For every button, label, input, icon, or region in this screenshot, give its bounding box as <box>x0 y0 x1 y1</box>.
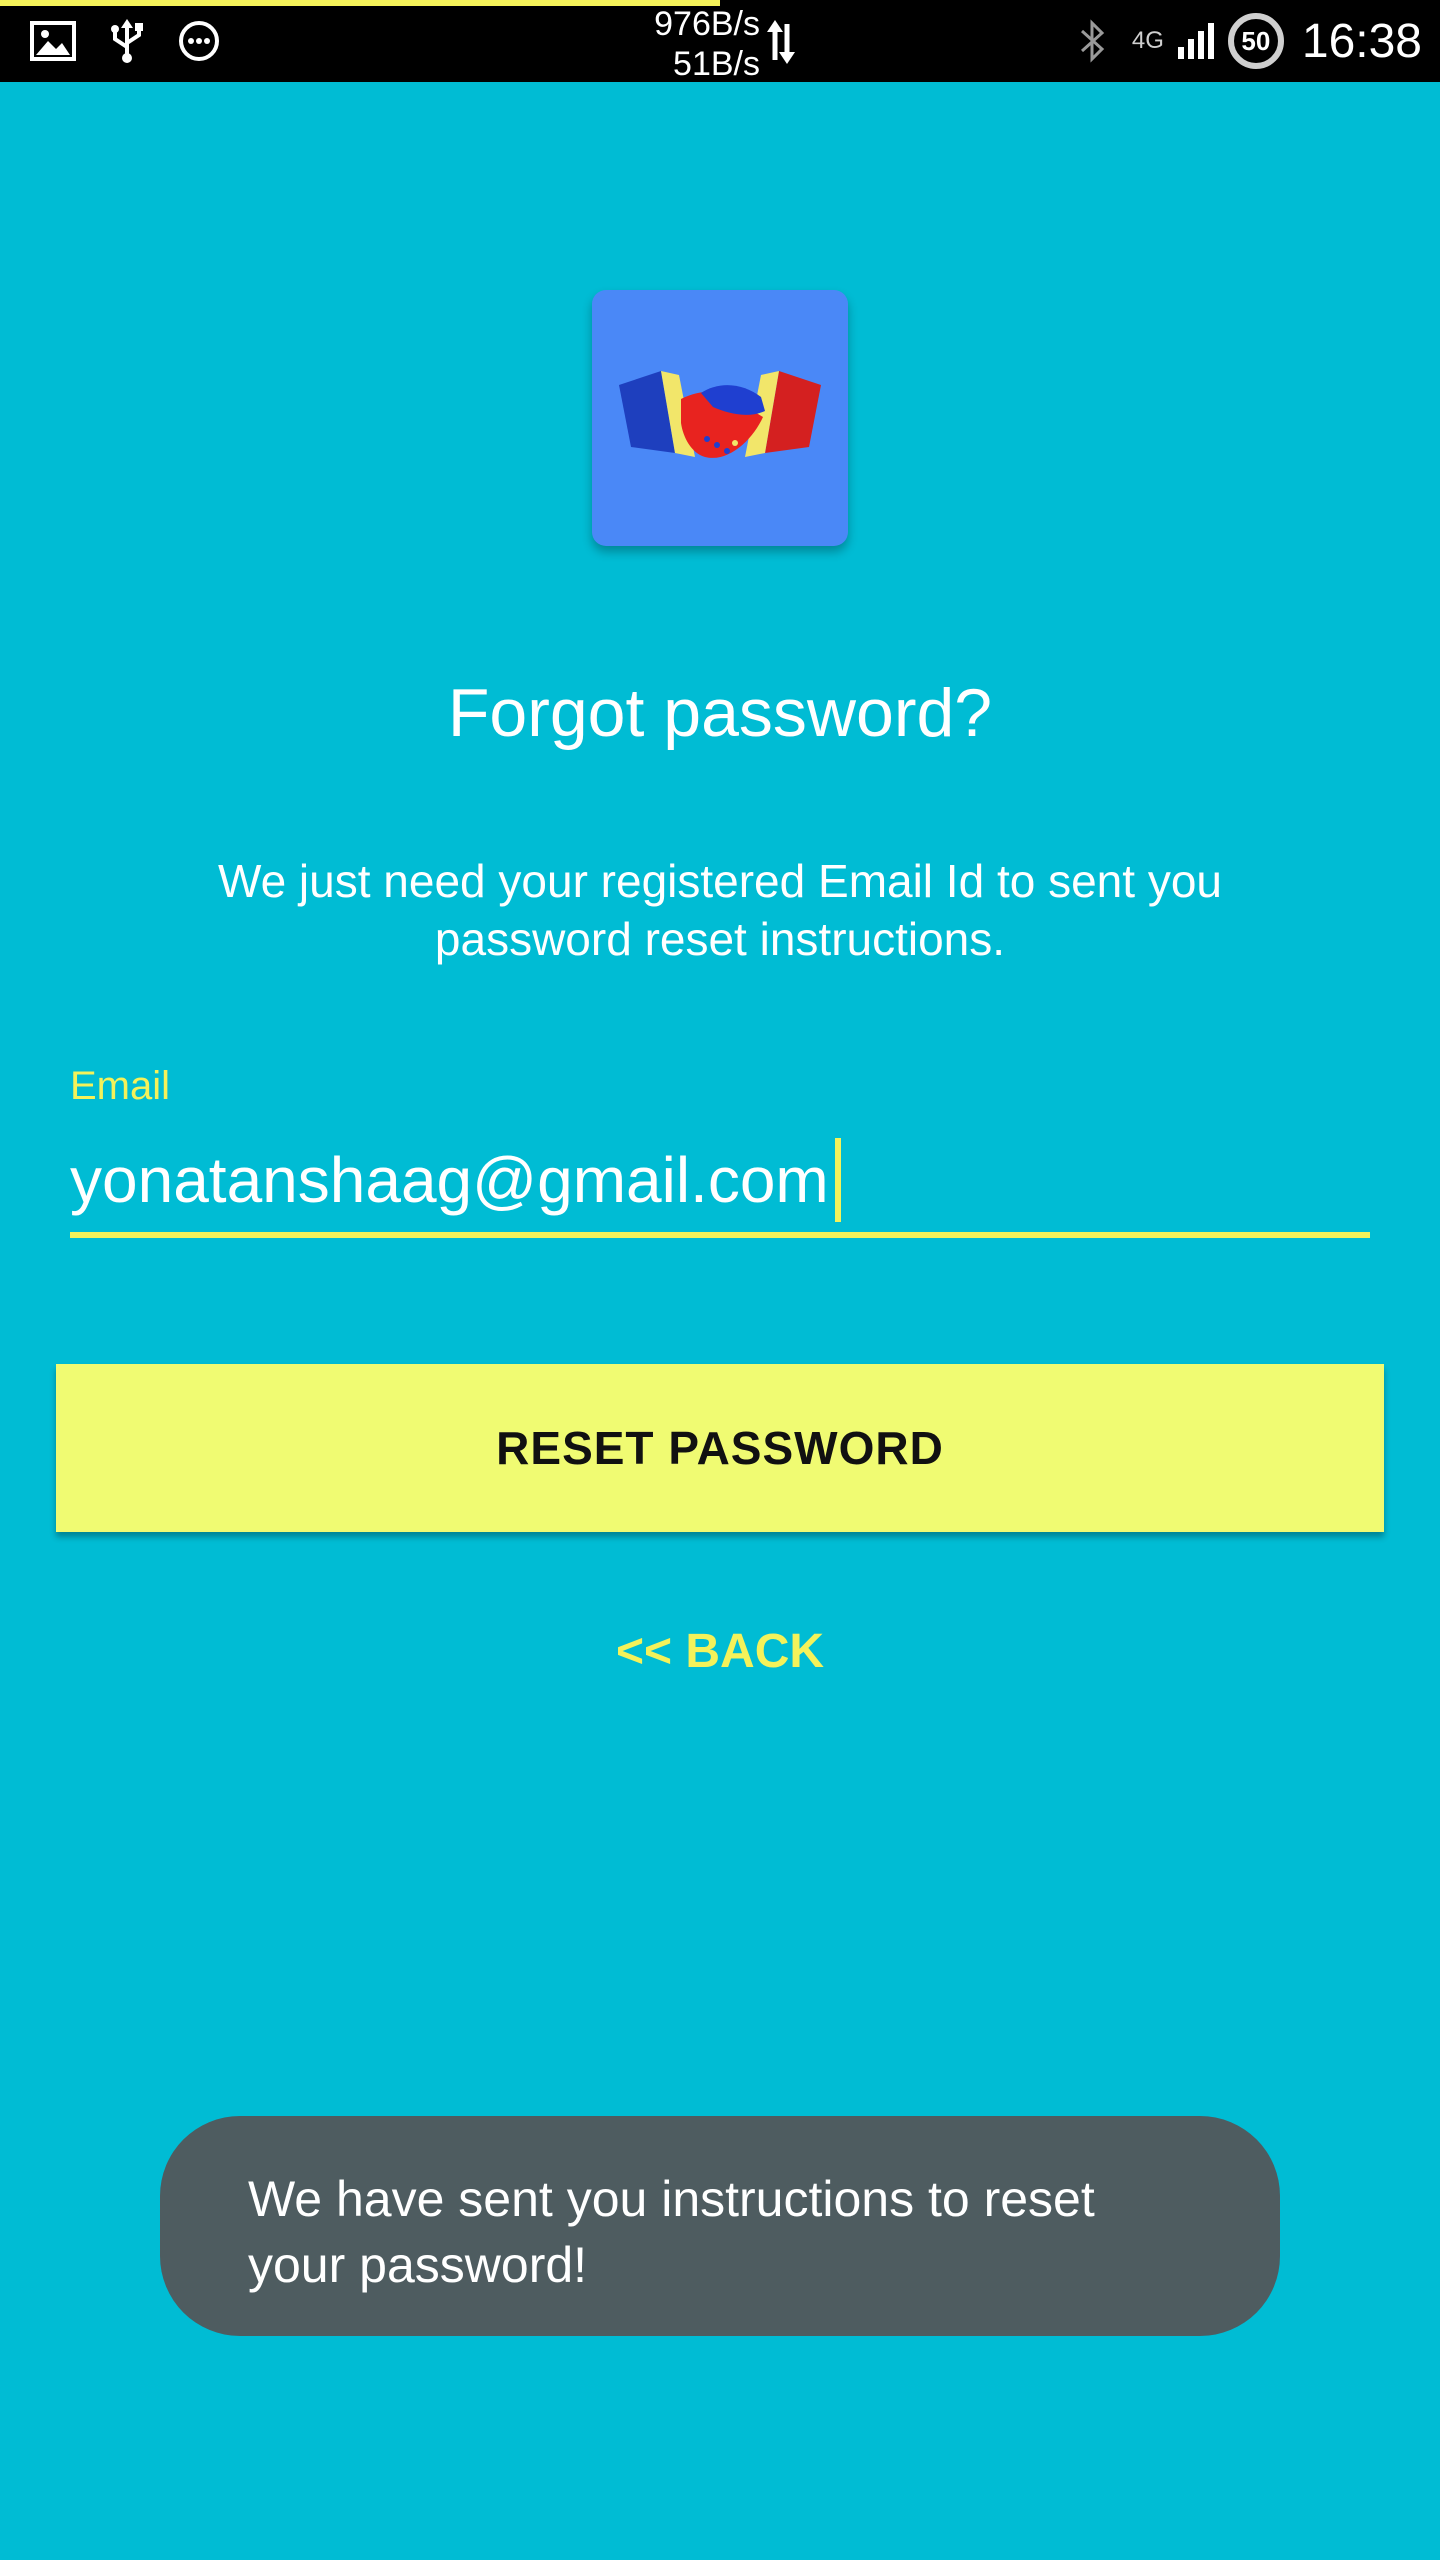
system-icons: 4G 50 16:38 <box>1078 8 1422 74</box>
toast-text: We have sent you instructions to reset y… <box>248 2171 1095 2293</box>
toast-message: We have sent you instructions to reset y… <box>160 2116 1280 2336</box>
usb-icon <box>110 19 144 63</box>
loading-progress-line <box>0 0 720 6</box>
upload-speed: 51B/s <box>673 45 760 83</box>
bluetooth-icon <box>1078 19 1108 63</box>
image-icon <box>30 21 76 61</box>
network-speed: 976B/s 51B/s <box>636 4 760 84</box>
battery-level: 50 <box>1241 25 1271 56</box>
text-cursor <box>834 1138 841 1222</box>
handshake-icon <box>619 371 821 458</box>
clock: 16:38 <box>1301 14 1422 68</box>
battery-icon: 50 <box>1227 13 1284 69</box>
email-value: yonatanshaag@gmail.com <box>70 1144 829 1216</box>
status-bar: 976B/s 51B/s 4G 50 16:38 <box>0 0 1440 84</box>
back-link[interactable]: << BACK <box>0 1622 1440 1682</box>
page-title: Forgot password? <box>447 675 993 751</box>
email-label: Email <box>70 1064 171 1108</box>
network-type: 4G <box>1131 27 1164 54</box>
app-logo <box>592 290 848 546</box>
more-icon <box>178 20 220 62</box>
reset-password-button[interactable]: RESET PASSWORD <box>56 1364 1384 1532</box>
download-speed: 976B/s <box>654 5 760 43</box>
email-field[interactable]: yonatanshaag@gmail.com <box>70 1128 1370 1238</box>
page-subtitle: We just need your registered Email Id to… <box>217 855 1222 965</box>
signal-icon <box>1177 21 1214 61</box>
data-transfer-icon <box>766 20 796 64</box>
notification-icons <box>30 18 220 64</box>
